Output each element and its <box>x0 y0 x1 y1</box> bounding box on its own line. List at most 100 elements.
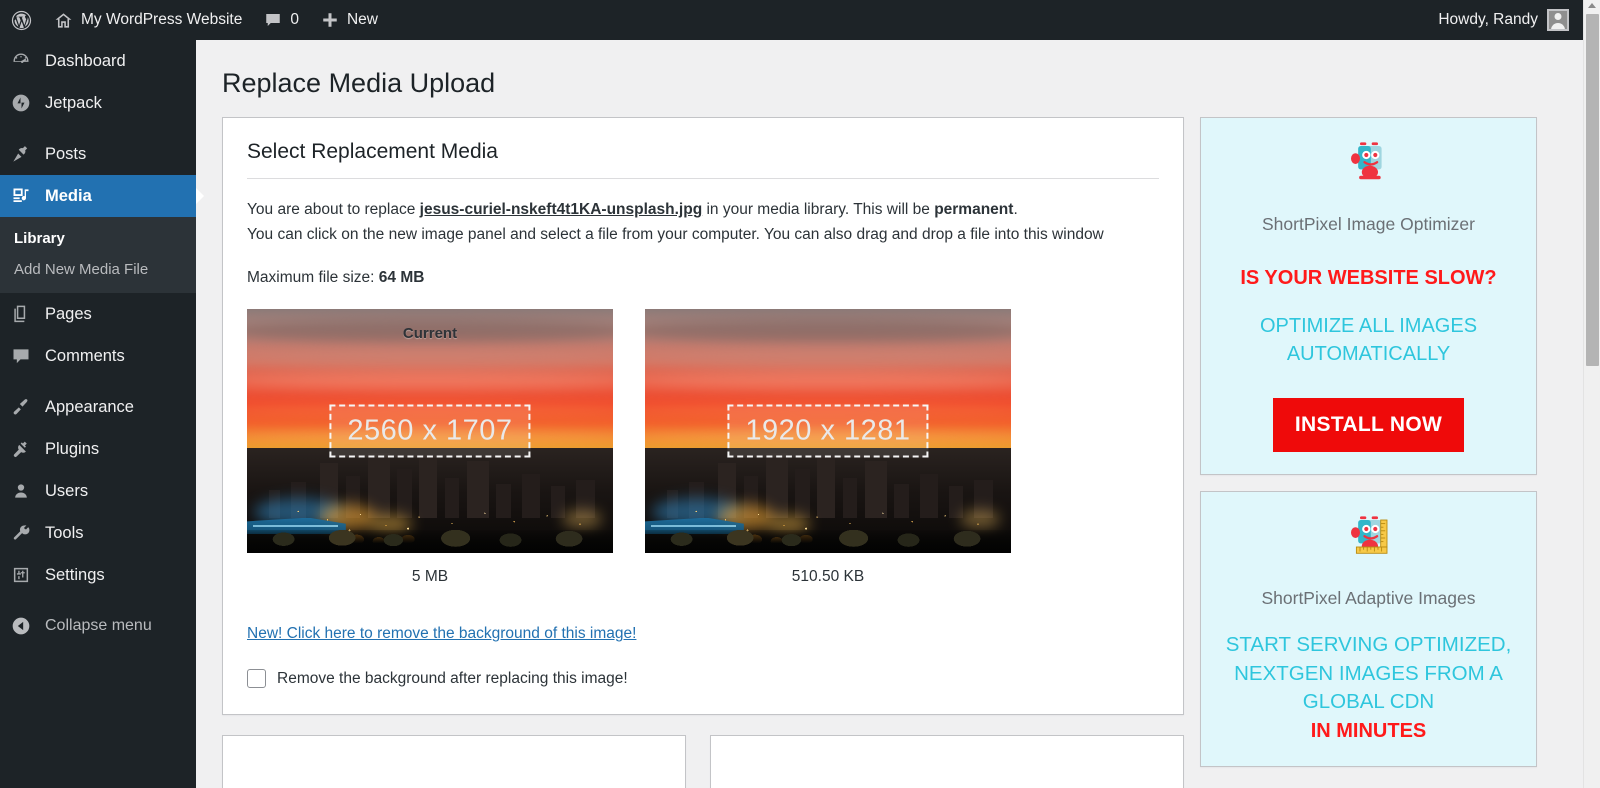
site-name-label: My WordPress Website <box>81 11 243 28</box>
ad-product-name: ShortPixel Image Optimizer <box>1262 214 1475 235</box>
max-file-size-label: Maximum file size: <box>247 269 379 287</box>
new-filesize: 510.50 KB <box>791 568 865 586</box>
cloud-band <box>645 372 1011 390</box>
sidebar-item-comments[interactable]: Comments <box>0 335 196 377</box>
media-submenu: Library Add New Media File <box>0 217 196 293</box>
sidebar-item-label: Media <box>45 186 92 205</box>
avatar <box>1547 9 1569 31</box>
install-now-button[interactable]: INSTALL NOW <box>1272 398 1465 453</box>
ad-product-name: ShortPixel Adaptive Images <box>1261 588 1476 609</box>
sidebar-item-library[interactable]: Library <box>0 223 196 254</box>
sidebar-item-label: Tools <box>45 523 84 542</box>
sidebar-separator <box>0 596 196 605</box>
sidebar-item-users[interactable]: Users <box>0 470 196 512</box>
sidebar-item-pages[interactable]: Pages <box>0 293 196 335</box>
admin-content-area: Replace Media Upload Select Replacement … <box>196 40 1583 788</box>
comments-count: 0 <box>290 11 299 28</box>
ad-headline-red: IS YOUR WEBSITE SLOW? <box>1240 267 1497 290</box>
main-column: Select Replacement Media You are about t… <box>222 117 1184 788</box>
site-name-menu[interactable]: My WordPress Website <box>43 0 253 40</box>
sidebar-item-media[interactable]: Media <box>0 175 196 217</box>
tree-line <box>645 530 1011 554</box>
sidebar-item-jetpack[interactable]: Jetpack <box>0 82 196 124</box>
admin-sidebar-menu: Dashboard Jetpack Posts Media Library Ad… <box>0 40 196 788</box>
account-greeting: Howdy, Randy <box>1438 11 1538 28</box>
lower-panel-right <box>710 735 1184 788</box>
ad-shortpixel-adaptive-images[interactable]: ShortPixel Adaptive Images START SERVING… <box>1200 491 1537 768</box>
cloud-band <box>645 348 1011 368</box>
page-title: Replace Media Upload <box>222 68 496 98</box>
account-menu[interactable]: Howdy, Randy <box>1427 0 1583 40</box>
comment-bubble-icon <box>11 346 39 366</box>
collapse-left-arrow-icon <box>11 616 39 636</box>
sidebar-item-settings[interactable]: Settings <box>0 554 196 596</box>
side-column: ShortPixel Image Optimizer IS YOUR WEBSI… <box>1200 117 1537 768</box>
ad-shortpixel-image-optimizer[interactable]: ShortPixel Image Optimizer IS YOUR WEBSI… <box>1200 117 1537 476</box>
sidebar-item-plugins[interactable]: Plugins <box>0 428 196 470</box>
current-media-thumbnail[interactable]: Current 2560 x 1707 <box>247 309 613 554</box>
intro-prefix: You are about to replace <box>247 201 420 219</box>
sidebar-item-label: Pages <box>45 304 92 323</box>
current-filesize: 5 MB <box>411 568 449 586</box>
cloud-band <box>247 348 613 368</box>
sidebar-item-add-new-media-file[interactable]: Add New Media File <box>0 254 196 285</box>
collapse-menu-button[interactable]: Collapse menu <box>0 605 196 647</box>
ad-headline-teal: OPTIMIZE ALL IMAGES AUTOMATICALLY <box>1259 315 1478 365</box>
new-dimensions-overlay: 1920 x 1281 <box>727 404 929 458</box>
wordpress-logo-icon <box>11 10 32 31</box>
new-media-thumbnail[interactable]: 1920 x 1281 <box>645 309 1011 554</box>
sidebar-separator <box>0 377 196 386</box>
target-filename: jesus-curiel-nskeft4t1KA-unsplash.jpg <box>419 201 703 219</box>
intro-line-2: You can click on the new image panel and… <box>247 226 1104 244</box>
replace-intro-text: You are about to replace jesus-curiel-ns… <box>247 197 1159 247</box>
wp-logo-menu[interactable] <box>0 0 43 40</box>
shortpixel-robot-icon <box>1211 134 1526 194</box>
cloud-band <box>645 319 1011 344</box>
settings-sliders-icon <box>11 565 39 585</box>
media-photo-music-icon <box>11 186 39 206</box>
select-replacement-media-panel: Select Replacement Media You are about t… <box>222 117 1184 716</box>
intro-suffix: . <box>1013 201 1018 219</box>
city-foreground <box>247 448 613 554</box>
sidebar-item-label: Dashboard <box>45 51 126 70</box>
page-scrollbar[interactable] <box>1583 0 1600 788</box>
comment-bubble-icon <box>264 11 282 29</box>
home-icon <box>54 11 73 30</box>
sidebar-item-label: Jetpack <box>45 93 102 112</box>
scroll-up-arrow-icon[interactable] <box>1588 3 1596 8</box>
sidebar-item-label: Settings <box>45 565 105 584</box>
admin-bar: My WordPress Website 0 New Howdy, Randy <box>0 0 1583 40</box>
lower-panel-left <box>222 735 686 788</box>
cloud-band <box>247 372 613 390</box>
remove-background-checkbox[interactable] <box>247 669 266 689</box>
sidebar-item-tools[interactable]: Tools <box>0 512 196 554</box>
remove-background-checkbox-label[interactable]: Remove the background after replacing th… <box>277 670 628 688</box>
intro-middle: in your media library. This will be <box>702 201 935 219</box>
comments-menu[interactable]: 0 <box>253 0 310 40</box>
scrollbar-thumb[interactable] <box>1586 14 1599 366</box>
new-media-preview: 1920 x 1281 510.50 KB <box>645 309 1011 586</box>
sidebar-separator <box>0 124 196 133</box>
content-columns: Select Replacement Media You are about t… <box>196 117 1583 788</box>
dashboard-gauge-icon <box>11 51 39 71</box>
tree-line <box>247 530 613 554</box>
media-preview-row: Current 2560 x 1707 5 MB 1920 x 1281 510… <box>247 309 1159 586</box>
sidebar-item-label: Posts <box>45 144 87 163</box>
pushpin-icon <box>11 144 39 164</box>
wrench-icon <box>11 523 39 543</box>
sidebar-item-dashboard[interactable]: Dashboard <box>0 40 196 82</box>
sidebar-item-label: Users <box>45 481 89 500</box>
max-file-size: Maximum file size: 64 MB <box>247 269 1159 287</box>
plug-icon <box>11 439 39 459</box>
pages-stack-icon <box>11 304 39 324</box>
sidebar-item-appearance[interactable]: Appearance <box>0 386 196 428</box>
new-content-menu[interactable]: New <box>310 0 389 40</box>
lower-panel-row <box>222 735 1184 788</box>
new-content-label: New <box>346 11 378 28</box>
ad-headline-teal: START SERVING OPTIMIZED, NEXTGEN IMAGES … <box>1225 633 1512 713</box>
current-media-preview: Current 2560 x 1707 5 MB <box>247 309 613 586</box>
remove-background-link[interactable]: New! Click here to remove the background… <box>247 625 636 643</box>
max-file-size-value: 64 MB <box>378 269 425 287</box>
user-icon <box>11 481 39 501</box>
sidebar-item-posts[interactable]: Posts <box>0 133 196 175</box>
